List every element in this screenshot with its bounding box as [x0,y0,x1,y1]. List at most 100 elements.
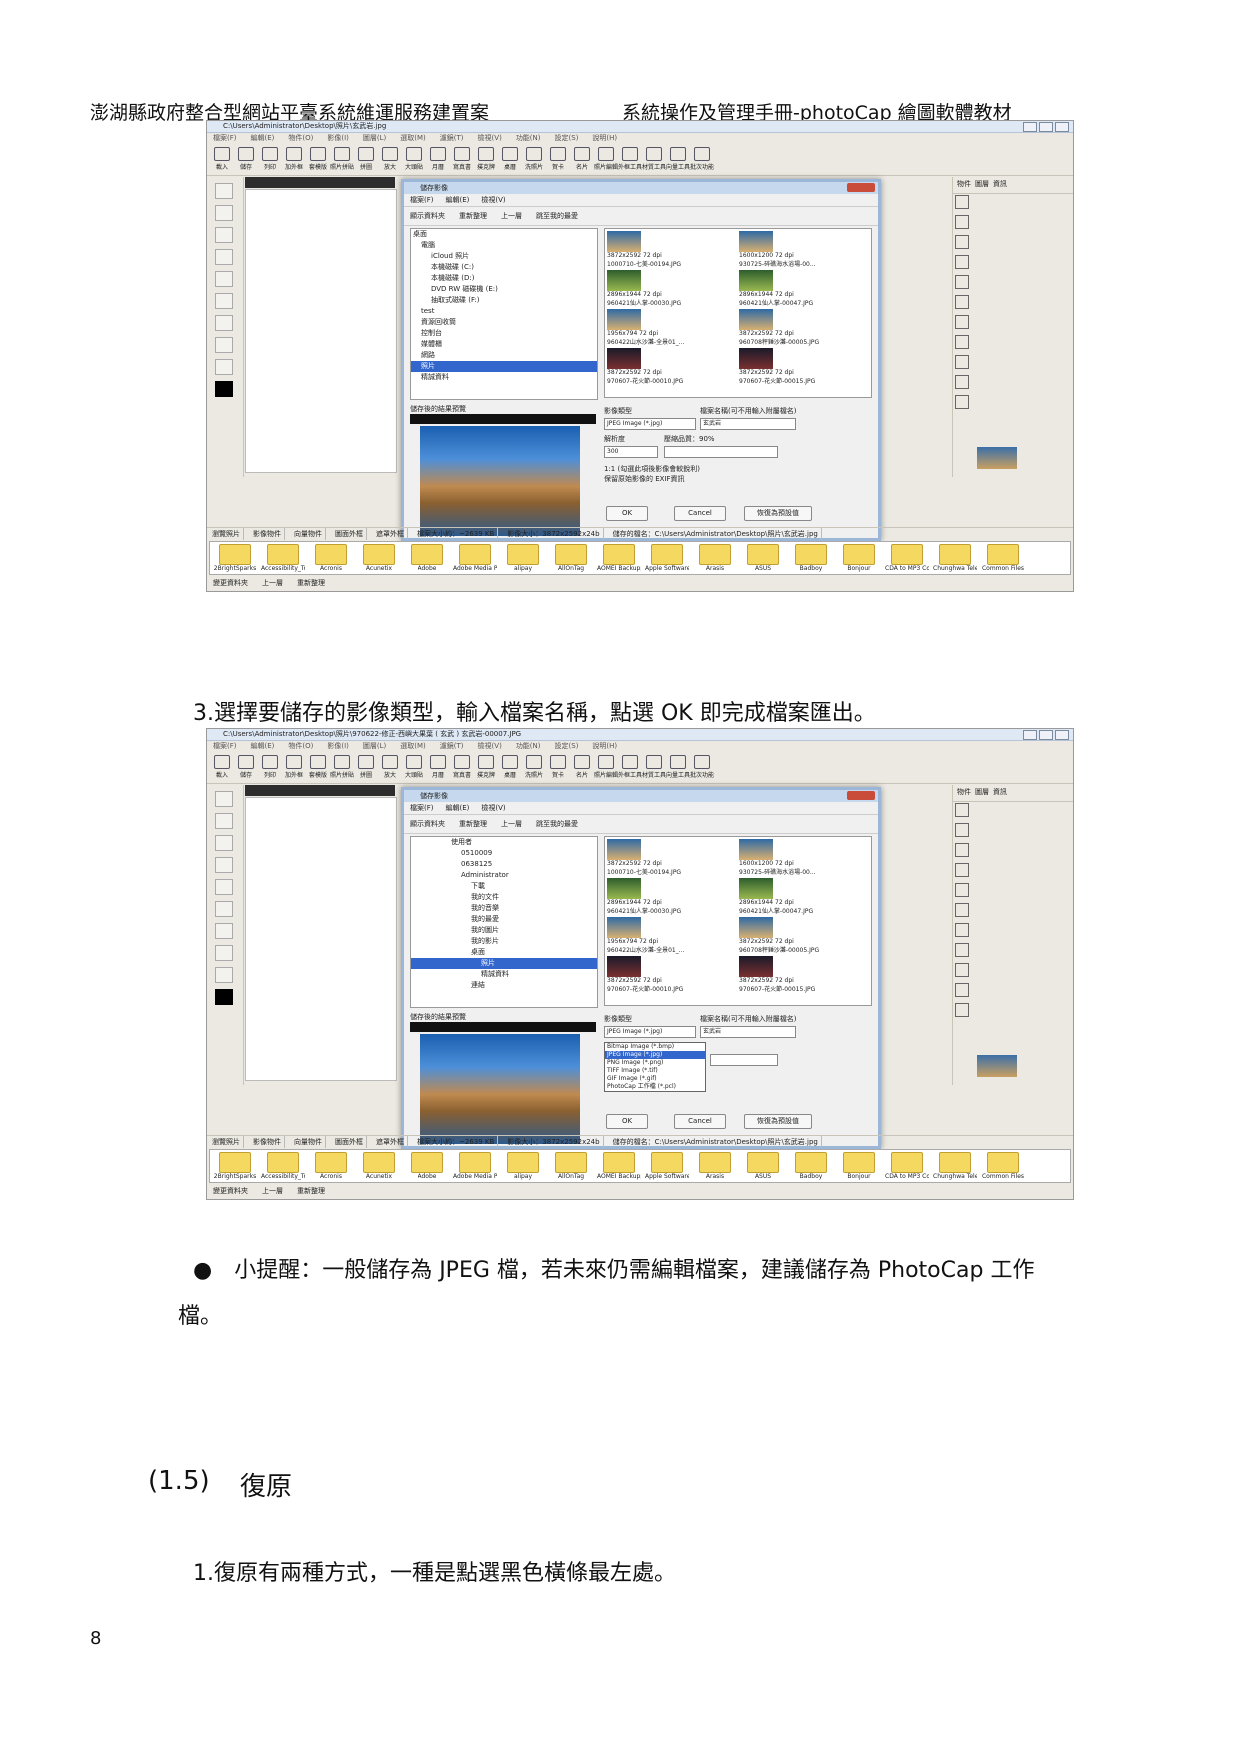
menu-function[interactable]: 功能(N) [516,133,541,143]
ok-button[interactable]: OK [606,1114,648,1129]
menu-view[interactable]: 檢視(V) [478,741,502,751]
folder-item[interactable]: Accessibility_Toolb [261,544,305,572]
toolbar-button[interactable]: 大頭貼 [403,145,425,171]
filename-input[interactable]: 玄武岩 [700,418,796,430]
thumbnail-item[interactable]: 2896x1944 72 dpi 960421仙人掌-00030.JPG [607,878,737,915]
pen-tool-icon[interactable] [215,857,233,873]
folder-item[interactable]: 2BrightSparks [214,544,256,572]
thumbnail-item[interactable]: 3872x2592 72 dpi 970607-花火節-00010.JPG [607,956,737,993]
dropdown-option[interactable]: Bitmap Image (*.bmp) [605,1043,705,1051]
shape-icon[interactable] [955,823,969,837]
toolbar-button[interactable]: 放大 [379,753,401,779]
folder-item[interactable]: alipay [502,1152,544,1180]
minimize-icon[interactable] [1023,730,1037,740]
toolbar-button[interactable]: 洗照片 [523,753,545,779]
toolbar-button[interactable]: 洗照片 [523,145,545,171]
tree-item[interactable]: Administrator [411,870,597,881]
image-icon[interactable] [955,863,969,877]
brush-tool-icon[interactable] [215,205,233,221]
arrow-icon[interactable] [955,1003,969,1017]
toolbar-button[interactable]: 桌曆 [499,145,521,171]
toolbar-button[interactable]: 加外框 [283,753,305,779]
tree-item[interactable]: 資源回收筒 [411,317,597,328]
tree-item[interactable]: 我的影片 [411,936,597,947]
toolbar-button[interactable]: 名片 [571,753,593,779]
toolbar-button[interactable]: 照片編輯 [594,753,618,779]
select-tool-icon[interactable] [215,791,233,807]
folder-item[interactable]: alipay [502,544,544,572]
panel-tab[interactable]: 遮罩外框 [373,528,408,540]
reset-defaults-button[interactable]: 恢復為預設值 [744,1114,812,1129]
folder-item[interactable]: ASUS [742,1152,784,1180]
magnifier-icon[interactable] [955,295,969,309]
show-folders-button[interactable]: 顯示資料夾 [410,815,445,833]
menu-object[interactable]: 物件(O) [288,741,313,751]
toolbar-button[interactable]: 照片拼貼 [330,145,354,171]
panel-tab[interactable]: 影像物件 [250,1136,285,1148]
tree-item[interactable]: 電腦 [411,240,597,251]
refresh-button[interactable]: 重新整理 [459,207,487,225]
maximize-icon[interactable] [1039,730,1053,740]
tree-item[interactable]: 我的最愛 [411,914,597,925]
eraser-tool-icon[interactable] [215,227,233,243]
abc-icon[interactable] [955,235,969,249]
folder-item[interactable]: AOMEI Backupper [597,544,641,572]
dialog-menu-edit[interactable]: 編輯(E) [446,194,470,206]
red-eye-tool-icon[interactable] [215,945,233,961]
frame-object-icon[interactable] [955,275,969,289]
toolbar-button[interactable]: 撲克牌 [475,145,497,171]
folder-item[interactable]: AOMEI Backupper [597,1152,641,1180]
close-icon[interactable] [1055,122,1069,132]
pen-tool-icon[interactable] [215,249,233,265]
minimize-icon[interactable] [1023,122,1037,132]
quality-slider[interactable] [710,1054,778,1066]
menu-filter[interactable]: 濾鏡(T) [440,741,464,751]
thumbnail-item[interactable]: 3872x2592 72 dpi 1000710-七美-00194.JPG [607,231,737,268]
cancel-button[interactable]: Cancel [674,1114,726,1129]
show-folders-button[interactable]: 顯示資料夾 [410,207,445,225]
toolbar-button[interactable]: 撲克牌 [475,753,497,779]
magnifier-icon[interactable] [955,903,969,917]
toolbar-button[interactable]: 外框工具 [618,753,642,779]
exif-icon[interactable] [955,335,969,349]
grid-icon[interactable] [955,963,969,977]
dialog-menu-file[interactable]: 檔案(F) [410,802,434,814]
folder-item[interactable]: Common Files [982,1152,1024,1180]
up-level-button[interactable]: 上一層 [501,207,522,225]
panel-tab[interactable]: 瀏覽照片 [209,528,244,540]
tree-item[interactable]: 桌面 [411,229,597,240]
menu-filter[interactable]: 濾鏡(T) [440,133,464,143]
quality-slider[interactable] [664,446,778,458]
tab-info[interactable]: 資訊 [993,787,1007,799]
speech-bubble-icon[interactable] [955,983,969,997]
toolbar-button[interactable]: 放大 [379,145,401,171]
menu-select[interactable]: 選取(M) [400,133,426,143]
image-type-select[interactable]: JPEG Image (*.jpg) [604,1026,696,1038]
menu-object[interactable]: 物件(O) [288,133,313,143]
tab-layer[interactable]: 圖層 [975,787,989,799]
thumbnail-item[interactable]: 2896x1944 72 dpi 960421仙人掌-00030.JPG [607,270,737,307]
up-level-button[interactable]: 上一層 [501,815,522,833]
folder-item[interactable]: Bonjour [838,544,880,572]
up-level-button[interactable]: 上一層 [262,1185,283,1197]
dialog-close-icon[interactable] [847,183,875,192]
folder-item[interactable]: Badboy [790,544,832,572]
thumbnail-item[interactable]: 3872x2592 72 dpi 960708秤錘沙灘-00005.JPG [739,309,869,346]
folder-item[interactable]: Adobe [406,1152,448,1180]
toolbar-button[interactable]: 外框工具 [618,145,642,171]
thumbnail-item[interactable]: 3872x2592 72 dpi 970607-花火節-00010.JPG [607,348,737,385]
folder-item[interactable]: Apple Software Update [645,1152,689,1180]
dropdown-option[interactable]: PhotoCap 工作檔 (*.pcl) [605,1083,705,1091]
toolbar-button[interactable]: 批次功能 [690,753,714,779]
tree-item[interactable]: 我的文件 [411,892,597,903]
filename-input[interactable]: 玄武岩 [700,1026,796,1038]
color-swatch[interactable] [215,381,233,397]
thumbnail-item[interactable]: 3872x2592 72 dpi 970607-花火節-00015.JPG [739,956,869,993]
folder-item[interactable]: Acunetix [358,1152,400,1180]
toolbar-button[interactable]: 大頭貼 [403,753,425,779]
stamp-tool-icon[interactable] [215,271,233,287]
tree-item-selected[interactable]: 照片 [411,361,597,372]
tree-item[interactable]: 媒體櫃 [411,339,597,350]
panel-tab[interactable]: 遮罩外框 [373,1136,408,1148]
tree-item[interactable]: 使用者 [411,837,597,848]
